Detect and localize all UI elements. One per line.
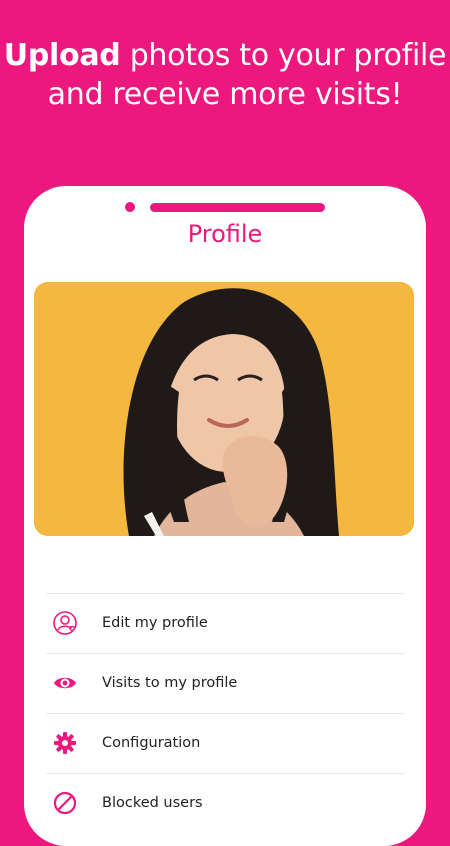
- profile-menu: Edit my profile Visits to my profile Con…: [46, 593, 404, 833]
- menu-item-edit-profile[interactable]: Edit my profile: [46, 593, 404, 653]
- screen-title: Profile: [187, 220, 263, 248]
- profile-photo-illustration: [34, 282, 414, 536]
- menu-item-label: Visits to my profile: [102, 675, 238, 691]
- profile-photo[interactable]: [34, 282, 414, 536]
- menu-item-blocked-users[interactable]: Blocked users: [46, 773, 404, 833]
- menu-item-configuration[interactable]: Configuration: [46, 713, 404, 773]
- phone-speaker-bar: [150, 203, 325, 212]
- menu-item-visits[interactable]: Visits to my profile: [46, 653, 404, 713]
- menu-item-label: Configuration: [102, 735, 201, 751]
- block-icon: [52, 790, 78, 816]
- edit-profile-icon: [52, 610, 78, 636]
- gear-icon: [52, 730, 78, 756]
- phone-camera-dot: [125, 202, 135, 212]
- eye-icon: [52, 670, 78, 696]
- promo-headline-bold: Upload: [3, 38, 121, 73]
- promo-headline: Upload photos to your profile and receiv…: [0, 36, 450, 114]
- menu-item-label: Blocked users: [102, 795, 203, 811]
- phone-mockup: Profile Edit my profile Visits to my pro…: [24, 186, 426, 846]
- menu-item-label: Edit my profile: [102, 615, 208, 631]
